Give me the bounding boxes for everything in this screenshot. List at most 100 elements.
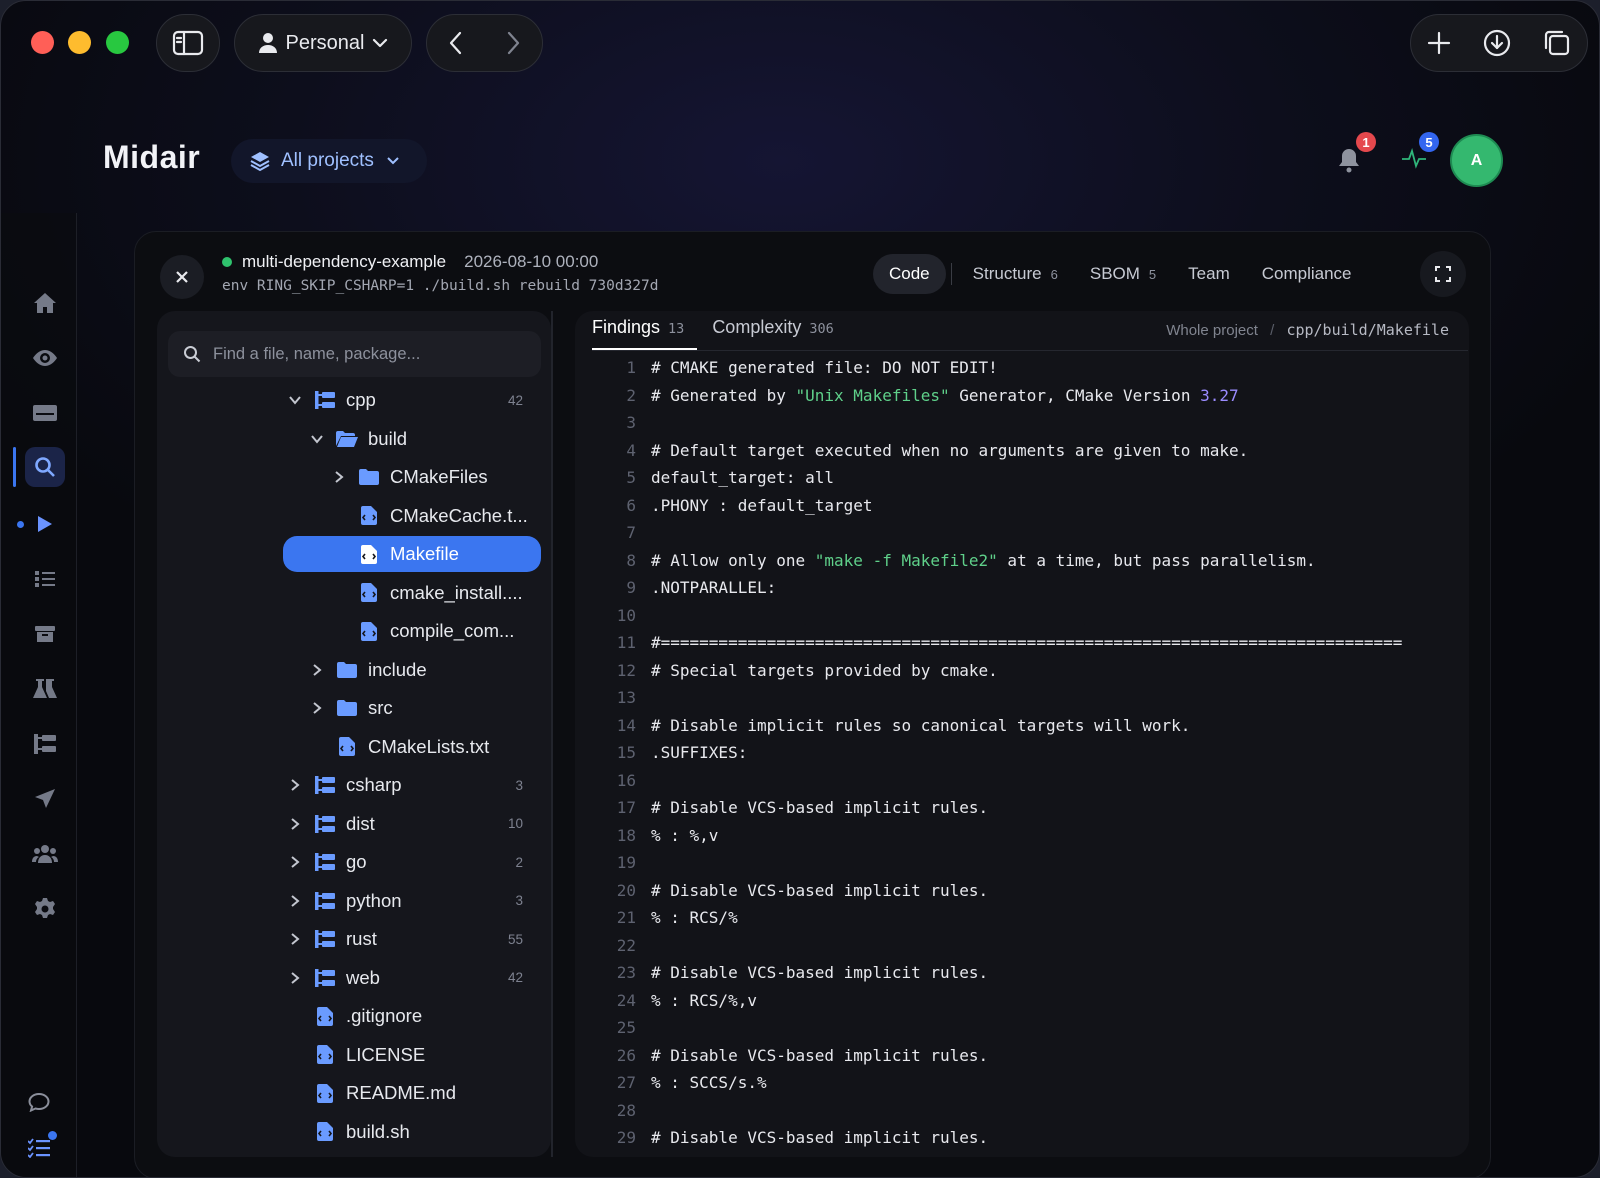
chevron-right-icon[interactable] — [308, 663, 326, 677]
chevron-right-icon[interactable] — [286, 971, 304, 985]
close-panel-button[interactable] — [160, 255, 204, 299]
tree-file[interactable]: CMakeLists.txt — [308, 729, 541, 765]
file-search-input[interactable]: Find a file, name, package... — [168, 331, 541, 377]
tree-file[interactable]: CMakeCache.t... — [330, 498, 541, 534]
pane-divider[interactable] — [551, 311, 553, 1157]
code-line: 2 # Generated by "Unix Makefiles" Generat… — [593, 382, 1473, 410]
tree-node-label: include — [368, 658, 427, 680]
line-number: 29 — [616, 1128, 636, 1148]
code-line: 27 % : SCCS/s.% — [593, 1069, 1473, 1097]
nav-deploy[interactable] — [25, 779, 65, 819]
tree-file[interactable]: compile_com... — [330, 613, 541, 649]
chevron-right-icon[interactable] — [286, 932, 304, 946]
nav-search[interactable] — [25, 447, 65, 487]
folder-icon — [336, 700, 358, 716]
nav-search-active-indicator — [13, 447, 16, 487]
nav-tasks[interactable] — [25, 559, 65, 599]
close-window-button[interactable] — [31, 31, 54, 54]
chevron-down-icon[interactable] — [286, 395, 304, 405]
fullscreen-button[interactable] — [1420, 251, 1466, 297]
tree-node-label: cpp — [346, 389, 376, 410]
breadcrumb-root[interactable]: Whole project — [1166, 322, 1258, 339]
tree-folder[interactable]: rust 55 — [286, 921, 541, 957]
code-lines: 1 # CMAKE generated file: DO NOT EDIT! 2 # … — [593, 354, 1473, 1152]
tree-folder[interactable]: build — [308, 421, 541, 457]
nav-settings[interactable] — [25, 889, 65, 929]
tab-findings[interactable]: Findings 13 — [592, 317, 684, 338]
line-text: # Disable VCS-based implicit rules. — [651, 1128, 988, 1147]
tree-node-count: 3 — [515, 777, 523, 793]
search-icon — [184, 346, 201, 363]
code-line: 28 — [593, 1097, 1473, 1125]
tree-folder[interactable]: go 2 — [286, 844, 541, 880]
chevron-right-icon[interactable] — [286, 778, 304, 792]
code-line: 1 # CMAKE generated file: DO NOT EDIT! — [593, 354, 1473, 382]
code-token: .PHONY : default_target — [651, 495, 873, 515]
nav-runs[interactable] — [25, 504, 65, 544]
tree-file[interactable]: build.sh — [286, 1114, 541, 1150]
code-token: # Disable VCS-based implicit rules. — [651, 798, 989, 818]
tree-folder[interactable]: CMakeFiles — [330, 459, 541, 495]
nav-lab[interactable] — [25, 669, 65, 709]
layers-icon — [250, 152, 270, 172]
tree-file[interactable]: .gitignore — [286, 998, 541, 1034]
tab-compliance[interactable]: Compliance — [1246, 254, 1368, 294]
nav-watch[interactable] — [25, 338, 65, 378]
tree-folder[interactable]: dist 10 — [286, 806, 541, 842]
notifications-button[interactable] — [1337, 147, 1365, 175]
tree-file[interactable]: README.md — [286, 1075, 541, 1111]
breadcrumb-separator: / — [1270, 322, 1275, 339]
tree-file[interactable]: LICENSE — [286, 1037, 541, 1073]
nav-team[interactable] — [25, 834, 65, 874]
line-number: 10 — [616, 605, 636, 625]
plus-icon[interactable] — [1426, 30, 1452, 56]
tree-folder[interactable]: src — [308, 690, 541, 726]
sidebar-toggle-button[interactable] — [156, 14, 220, 72]
tab-label: Team — [1188, 264, 1230, 283]
tab-complexity[interactable]: Complexity 306 — [712, 317, 833, 338]
chevron-right-icon[interactable] — [286, 894, 304, 908]
back-arrow-icon[interactable] — [446, 30, 466, 56]
profile-selector[interactable]: Personal — [234, 14, 412, 72]
tree-folder[interactable]: cpp 42 — [286, 382, 541, 418]
minimize-window-button[interactable] — [68, 31, 91, 54]
tree-folder[interactable]: include — [308, 652, 541, 688]
nav-chat[interactable] — [19, 1082, 59, 1122]
project-icon — [314, 391, 336, 409]
nav-archive[interactable] — [25, 614, 65, 654]
tab-team[interactable]: Team — [1172, 254, 1246, 294]
chevron-down-icon[interactable] — [308, 434, 326, 444]
tab-code[interactable]: Code — [873, 254, 946, 294]
chevron-right-icon[interactable] — [286, 855, 304, 869]
close-icon — [176, 271, 188, 283]
avatar[interactable]: A — [1450, 134, 1503, 187]
tree-file[interactable]: Makefile — [283, 536, 541, 572]
maximize-window-button[interactable] — [106, 31, 129, 54]
download-icon[interactable] — [1482, 28, 1512, 58]
tree-node-label: go — [346, 851, 367, 872]
tab-sbom[interactable]: SBOM 5 — [1074, 254, 1172, 294]
line-number: 22 — [616, 935, 636, 955]
tabs-overview-icon[interactable] — [1542, 28, 1572, 58]
tree-folder[interactable]: python 3 — [286, 883, 541, 919]
tree-file[interactable]: cmake_install.... — [330, 575, 541, 611]
forward-arrow-icon[interactable] — [503, 30, 523, 56]
tree-node-label: Makefile — [390, 543, 459, 564]
chevron-right-icon[interactable] — [330, 470, 348, 484]
nav-dashboard[interactable] — [25, 393, 65, 433]
nav-run-dot — [17, 521, 24, 528]
chevron-right-icon[interactable] — [308, 701, 326, 715]
tab-label: SBOM — [1089, 264, 1140, 283]
tab-structure[interactable]: Structure 6 — [957, 254, 1074, 294]
nav-home[interactable] — [25, 283, 65, 323]
tree-folder[interactable]: csharp 3 — [286, 767, 541, 803]
nav-structure[interactable] — [25, 724, 65, 764]
tree-folder[interactable]: web 42 — [286, 960, 541, 996]
code-line: 25 — [593, 1014, 1473, 1042]
chevron-right-icon[interactable] — [286, 817, 304, 831]
line-text: % : SCCS/s.% — [651, 1073, 767, 1092]
tree-node-label: build.sh — [346, 1120, 410, 1142]
repo-name[interactable]: multi-dependency-example — [242, 252, 446, 272]
project-selector[interactable]: All projects — [231, 139, 427, 183]
tab-divider — [950, 263, 952, 285]
